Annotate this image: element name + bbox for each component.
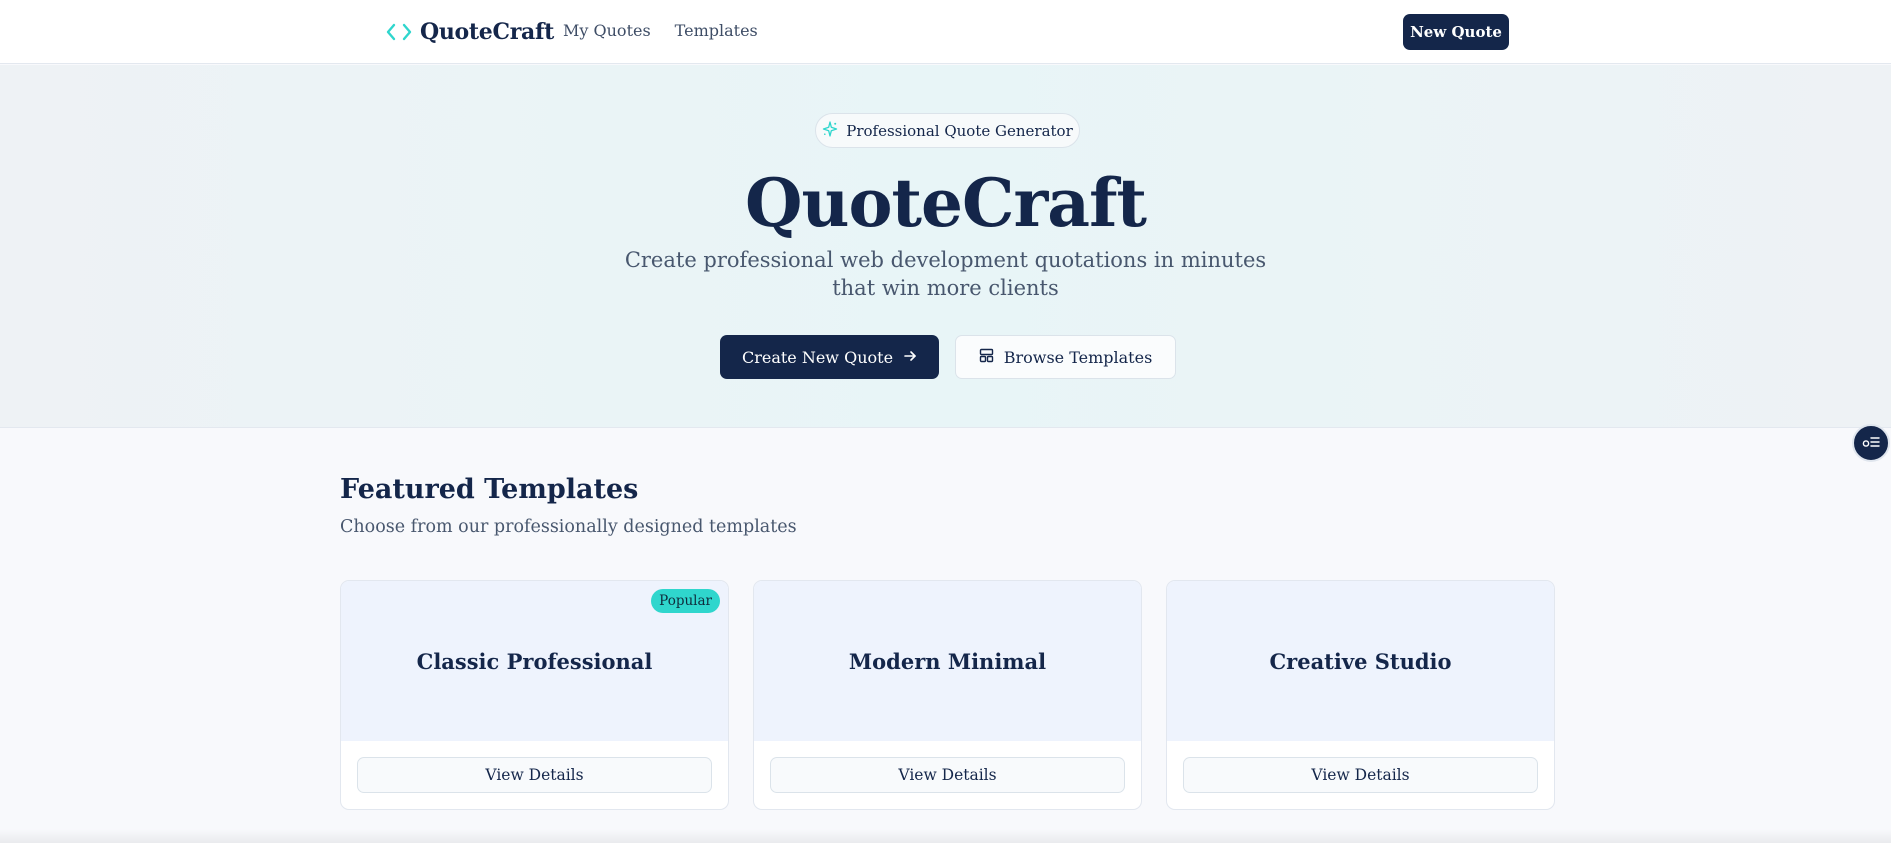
create-new-quote-button[interactable]: Create New Quote xyxy=(720,335,939,379)
brand-name: QuoteCraft xyxy=(420,19,554,45)
hero-section: Professional Quote Generator QuoteCraft … xyxy=(0,65,1891,428)
view-details-button[interactable]: View Details xyxy=(357,757,712,793)
template-title: Classic Professional xyxy=(416,648,653,674)
featured-templates-heading: Featured Templates xyxy=(340,474,639,505)
bottom-scroll-shadow xyxy=(0,829,1891,843)
sparkle-icon xyxy=(822,120,838,141)
code-brackets-icon xyxy=(386,22,412,42)
layout-template-icon xyxy=(979,348,994,367)
hero-subtitle: Create professional web development quot… xyxy=(624,248,1267,300)
template-preview: Modern Minimal xyxy=(754,581,1141,741)
view-details-button[interactable]: View Details xyxy=(770,757,1125,793)
hero-badge-label: Professional Quote Generator xyxy=(846,121,1073,140)
template-preview: Creative Studio xyxy=(1167,581,1554,741)
main-nav: My Quotes Templates xyxy=(563,21,758,40)
popular-badge: Popular xyxy=(651,589,720,613)
hero-title: QuoteCraft xyxy=(745,164,1147,242)
nav-my-quotes[interactable]: My Quotes xyxy=(563,21,651,40)
new-quote-button[interactable]: New Quote xyxy=(1403,14,1509,50)
featured-templates-subtitle: Choose from our professionally designed … xyxy=(340,517,797,537)
create-new-quote-label: Create New Quote xyxy=(741,347,894,367)
template-title: Modern Minimal xyxy=(848,648,1047,674)
template-card-modern-minimal[interactable]: Modern Minimal View Details xyxy=(753,580,1142,810)
view-details-button[interactable]: View Details xyxy=(1183,757,1538,793)
arrow-right-icon xyxy=(903,348,917,367)
template-title: Creative Studio xyxy=(1269,648,1452,674)
floating-settings-button[interactable] xyxy=(1852,424,1890,462)
brand-logo[interactable]: QuoteCraft xyxy=(386,17,554,47)
template-card-creative-studio[interactable]: Creative Studio View Details xyxy=(1166,580,1555,810)
list-settings-icon xyxy=(1862,434,1880,453)
nav-templates[interactable]: Templates xyxy=(675,21,758,40)
top-navbar: QuoteCraft My Quotes Templates New Quote xyxy=(0,0,1891,64)
browse-templates-button[interactable]: Browse Templates xyxy=(955,335,1176,379)
hero-badge: Professional Quote Generator xyxy=(815,113,1080,148)
template-card-classic-professional[interactable]: Classic Professional Popular View Detail… xyxy=(340,580,729,810)
browse-templates-label: Browse Templates xyxy=(1003,347,1153,367)
